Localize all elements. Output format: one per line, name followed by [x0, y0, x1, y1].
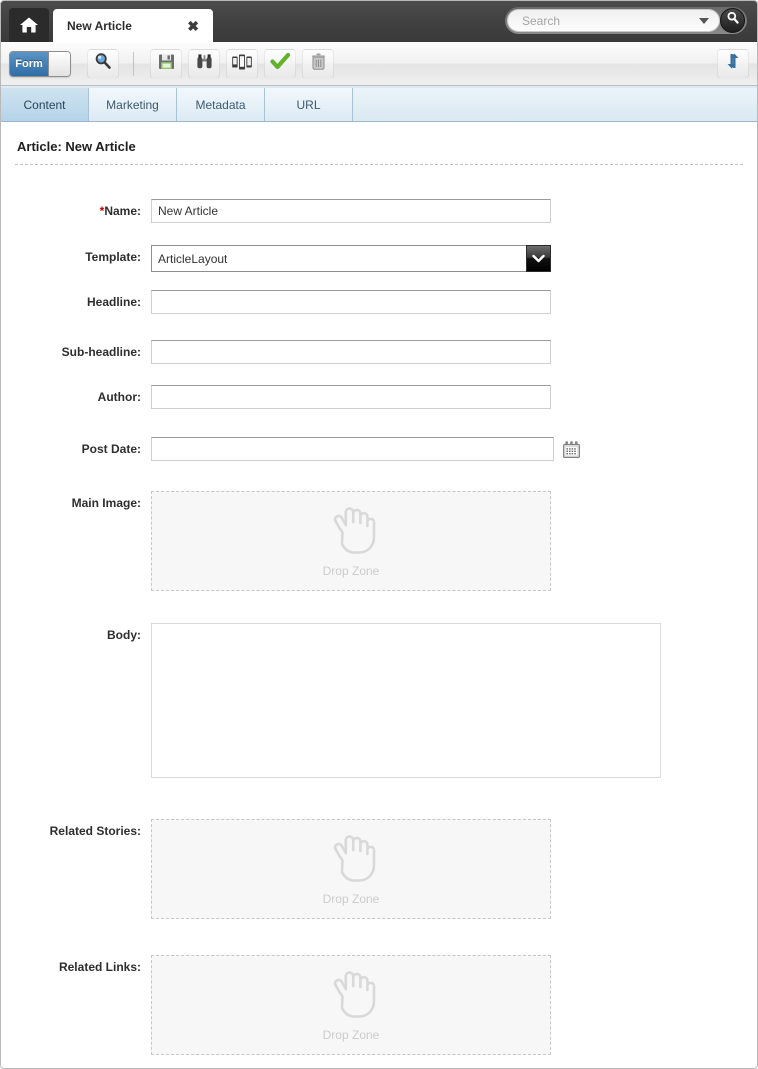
- template-select[interactable]: ArticleLayout: [151, 245, 551, 272]
- postdate-input[interactable]: [151, 437, 554, 461]
- pointing-hand-icon: [322, 833, 380, 890]
- form-mode-toggle-label: Form: [10, 51, 48, 76]
- subheadline-input[interactable]: [151, 340, 551, 364]
- field-template: ArticleLayout: [151, 245, 757, 272]
- document-tab[interactable]: New Article ✖: [53, 9, 213, 42]
- toolbar: Form: [1, 42, 757, 86]
- label-subheadline: Sub-headline:: [61, 345, 141, 359]
- search-input[interactable]: [520, 12, 699, 29]
- label-body: Body:: [107, 628, 141, 642]
- pointing-hand-icon: [322, 969, 380, 1026]
- field-subheadline: [151, 340, 757, 364]
- toolbar-divider: [133, 51, 134, 76]
- form-row-subheadline: Sub-headline:: [1, 340, 757, 364]
- tab-label: Content: [23, 97, 66, 112]
- document-tab-label: New Article: [67, 18, 132, 33]
- form-row-template: Template: ArticleLayout: [1, 245, 757, 272]
- form-row-headline: Headline:: [1, 290, 757, 314]
- search-submit-button[interactable]: [720, 8, 745, 33]
- floppy-disk-icon: [157, 52, 176, 76]
- tab-strip-filler: [353, 88, 757, 121]
- field-name: [151, 199, 757, 223]
- drop-zone-label: Drop Zone: [322, 563, 380, 578]
- label-postdate: Post Date:: [81, 442, 141, 456]
- devices-icon: [231, 52, 253, 76]
- relatedstories-drop-zone[interactable]: Drop Zone: [151, 819, 551, 919]
- search-box: [505, 7, 747, 34]
- body-editor[interactable]: [151, 623, 661, 778]
- pointing-hand-icon: [322, 505, 380, 562]
- label-headline: Headline:: [86, 295, 141, 309]
- page-title: Article: New Article: [17, 139, 136, 154]
- trash-can-icon: [310, 52, 327, 76]
- tab-label: Marketing: [106, 97, 159, 112]
- compare-button[interactable]: [188, 48, 220, 79]
- label-template: Template:: [85, 250, 141, 264]
- name-input[interactable]: [151, 199, 551, 223]
- form-row-relatedstories: Related Stories: Drop Zone: [1, 819, 757, 919]
- tab-metadata[interactable]: Metadata: [177, 88, 265, 121]
- form-content-area: Article: New Article *Name: Template: Ar…: [1, 122, 757, 1067]
- search-icon: [726, 11, 740, 30]
- label-name: *Name:: [99, 204, 141, 218]
- refresh-button[interactable]: [717, 48, 749, 79]
- field-postdate: [151, 437, 757, 461]
- author-input[interactable]: [151, 385, 551, 409]
- home-icon: [19, 16, 39, 34]
- form-row-mainimage: Main Image: Drop Zone: [1, 491, 757, 591]
- field-relatedlinks: Drop Zone: [151, 955, 757, 1055]
- search-field-wrapper: [507, 9, 720, 32]
- toggle-knob: [48, 51, 70, 76]
- preview-button[interactable]: [87, 48, 119, 79]
- drop-zone-label: Drop Zone: [322, 1027, 380, 1042]
- green-check-icon: [269, 52, 291, 76]
- headline-input[interactable]: [151, 290, 551, 314]
- label-mainimage: Main Image:: [71, 496, 141, 510]
- form-row-body: Body:: [1, 623, 757, 783]
- chevron-down-icon[interactable]: [699, 17, 709, 24]
- postdate-wrapper: [151, 437, 757, 461]
- approve-button[interactable]: [264, 48, 296, 79]
- drop-zone-label: Drop Zone: [322, 891, 380, 906]
- tab-url[interactable]: URL: [265, 88, 353, 121]
- relatedlinks-drop-zone[interactable]: Drop Zone: [151, 955, 551, 1055]
- section-tabs: Content Marketing Metadata URL: [1, 86, 757, 122]
- calendar-icon[interactable]: [562, 440, 581, 459]
- tab-label: URL: [296, 97, 321, 112]
- field-headline: [151, 290, 757, 314]
- template-select-value: ArticleLayout: [151, 245, 526, 272]
- field-body: [151, 623, 757, 783]
- tab-content[interactable]: Content: [1, 88, 89, 121]
- save-button[interactable]: [150, 48, 182, 79]
- tab-label: Metadata: [195, 97, 246, 112]
- home-button[interactable]: [9, 8, 49, 42]
- form-row-author: Author:: [1, 385, 757, 409]
- form-row-relatedlinks: Related Links: Drop Zone: [1, 955, 757, 1055]
- delete-button[interactable]: [302, 48, 334, 79]
- form-row-postdate: Post Date:: [1, 437, 757, 461]
- label-relatedstories: Related Stories:: [49, 824, 141, 838]
- chevron-down-icon[interactable]: [526, 245, 551, 272]
- devices-button[interactable]: [226, 48, 258, 79]
- form-mode-toggle[interactable]: Form: [9, 50, 71, 77]
- label-relatedlinks: Related Links:: [58, 960, 141, 974]
- application-window: New Article ✖ Form: [0, 0, 758, 1069]
- sync-arrows-icon: [723, 51, 743, 76]
- close-icon[interactable]: ✖: [165, 19, 203, 33]
- field-mainimage: Drop Zone: [151, 491, 757, 591]
- field-author: [151, 385, 757, 409]
- title-bar: New Article ✖: [1, 1, 757, 42]
- label-author: Author:: [97, 390, 141, 404]
- magnifier-icon: [93, 51, 113, 76]
- tab-marketing[interactable]: Marketing: [89, 88, 177, 121]
- mainimage-drop-zone[interactable]: Drop Zone: [151, 491, 551, 591]
- form-row-name: *Name:: [1, 199, 757, 223]
- binoculars-icon: [195, 52, 214, 76]
- article-form: *Name: Template: ArticleLayout: [1, 165, 757, 1055]
- field-relatedstories: Drop Zone: [151, 819, 757, 919]
